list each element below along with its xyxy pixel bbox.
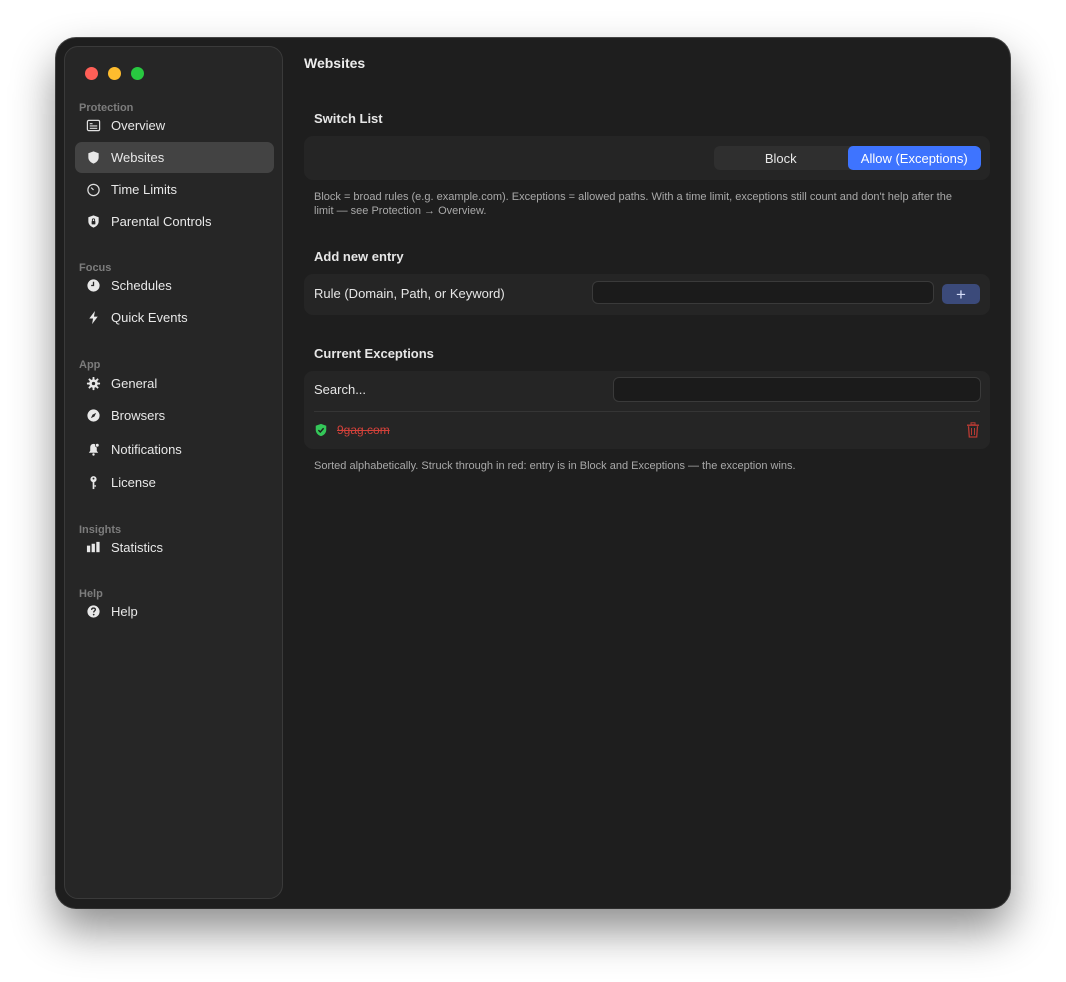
sidebar-item-label: Parental Controls: [111, 214, 212, 229]
sidebar-item-label: Schedules: [111, 278, 172, 293]
app-window: Protection Overview Websites Time Limits…: [56, 38, 1010, 908]
sidebar-item-label: Help: [111, 604, 138, 619]
sidebar-item-label: Websites: [111, 150, 165, 165]
list-mode-segmented-control[interactable]: Block Allow (Exceptions): [714, 146, 981, 170]
sidebar-item-label: General: [111, 376, 158, 391]
sidebar-item-parental-controls[interactable]: Parental Controls: [75, 206, 274, 237]
segment-block[interactable]: Block: [714, 146, 848, 170]
timer-icon: [85, 182, 101, 198]
minimize-window-button[interactable]: [108, 67, 121, 80]
sidebar-item-time-limits[interactable]: Time Limits: [75, 174, 274, 205]
exceptions-note: Sorted alphabetically. Struck through in…: [314, 460, 796, 472]
sidebar: Protection Overview Websites Time Limits…: [64, 46, 283, 899]
trash-icon[interactable]: [966, 422, 980, 438]
sidebar-item-license[interactable]: License: [75, 467, 274, 498]
rule-label: Rule (Domain, Path, or Keyword): [314, 286, 505, 301]
bar-chart-icon: [85, 540, 101, 556]
switch-list-heading: Switch List: [314, 111, 383, 126]
segment-allow-exceptions[interactable]: Allow (Exceptions): [847, 146, 981, 170]
rule-input[interactable]: [592, 281, 934, 304]
shield-check-icon: [314, 423, 328, 437]
compass-icon: [85, 408, 101, 424]
lock-shield-icon: [85, 214, 101, 230]
bell-icon: [85, 442, 101, 458]
sidebar-item-label: Overview: [111, 118, 166, 133]
add-entry-heading: Add new entry: [314, 249, 404, 264]
main-content: Websites Switch List Block Allow (Except…: [284, 38, 1010, 908]
sidebar-item-label: Browsers: [111, 408, 166, 423]
search-label: Search...: [314, 382, 367, 397]
close-window-button[interactable]: [85, 67, 98, 80]
key-icon: [85, 475, 101, 491]
bolt-icon: [85, 310, 101, 326]
add-entry-button[interactable]: +: [942, 284, 980, 304]
sidebar-item-label: Statistics: [111, 540, 164, 555]
switch-list-note: Block = broad rules (e.g. example.com). …: [314, 191, 952, 217]
zoom-window-button[interactable]: [131, 67, 144, 80]
sidebar-item-overview[interactable]: Overview: [75, 110, 274, 141]
sidebar-item-label: License: [111, 475, 156, 490]
overview-icon: [85, 118, 101, 134]
sidebar-item-websites[interactable]: Websites: [75, 142, 274, 173]
sidebar-item-notifications[interactable]: Notifications: [75, 434, 274, 465]
gear-icon: [85, 376, 101, 392]
add-entry-card: Rule (Domain, Path, or Keyword) +: [304, 274, 990, 315]
page-title: Websites: [304, 55, 366, 71]
sidebar-item-statistics[interactable]: Statistics: [75, 532, 274, 563]
sidebar-item-quick-events[interactable]: Quick Events: [75, 302, 274, 333]
switch-list-card: Block Allow (Exceptions): [304, 136, 990, 180]
exception-domain: 9gag.com: [337, 423, 390, 437]
question-icon: [85, 604, 101, 620]
sidebar-item-help[interactable]: Help: [75, 596, 274, 627]
clock-icon: [85, 278, 101, 294]
sidebar-item-label: Notifications: [111, 442, 182, 457]
shield-icon: [85, 150, 101, 166]
exceptions-heading: Current Exceptions: [314, 346, 434, 361]
sidebar-item-label: Time Limits: [111, 182, 177, 197]
sidebar-item-browsers[interactable]: Browsers: [75, 400, 274, 431]
search-input[interactable]: [613, 377, 981, 402]
sidebar-item-schedules[interactable]: Schedules: [75, 270, 274, 301]
list-item: 9gag.com: [304, 412, 990, 449]
exceptions-card: Search... 9gag.com: [304, 371, 990, 449]
sidebar-item-general[interactable]: General: [75, 368, 274, 399]
sidebar-item-label: Quick Events: [111, 310, 188, 325]
